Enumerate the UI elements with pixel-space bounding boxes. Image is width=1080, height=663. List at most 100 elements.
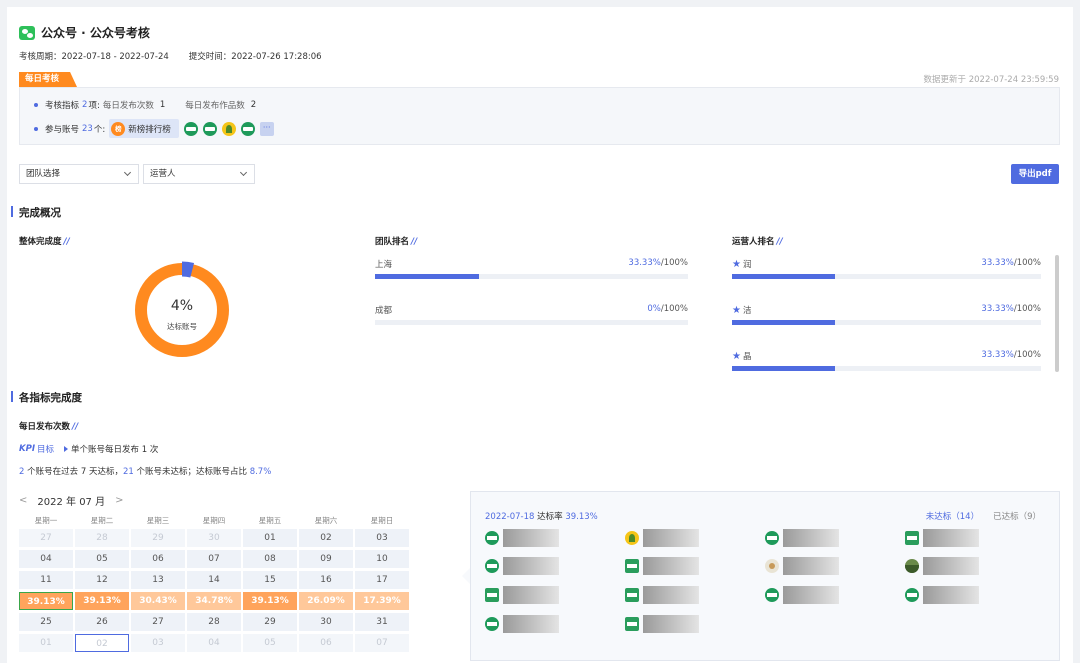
calendar-day[interactable]: 01 bbox=[19, 634, 73, 652]
calendar-day[interactable]: 08 bbox=[243, 550, 297, 568]
account-item[interactable] bbox=[905, 557, 979, 575]
calendar-day[interactable]: 28 bbox=[75, 529, 129, 547]
calendar-day[interactable]: 29 bbox=[243, 613, 297, 631]
chevron-down-icon bbox=[239, 168, 248, 177]
featured-account-chip[interactable]: 榜 新榜排行榜 bbox=[109, 119, 179, 138]
chevron-down-icon bbox=[123, 168, 132, 177]
account-item[interactable] bbox=[765, 557, 839, 575]
calendar-day-rate[interactable]: 26.09% bbox=[299, 592, 353, 610]
account-avatar-icon[interactable] bbox=[202, 121, 217, 136]
calendar-day[interactable]: 11 bbox=[19, 571, 73, 589]
more-accounts-button[interactable]: ··· bbox=[259, 121, 274, 136]
operator-rank-value: 33.33%/100% bbox=[732, 258, 1041, 268]
calendar-day[interactable]: 29 bbox=[131, 529, 185, 547]
operator-rank-pct: 33.33% bbox=[981, 350, 1014, 360]
account-item[interactable] bbox=[765, 586, 839, 604]
team-rank-total: /100% bbox=[660, 258, 688, 268]
calendar-day[interactable]: 16 bbox=[299, 571, 353, 589]
overall-title-text: 整体完成度 bbox=[19, 237, 62, 247]
operator-rank-value: 33.33%/100% bbox=[732, 304, 1041, 314]
calendar-day[interactable]: 09 bbox=[299, 550, 353, 568]
blurred-account-name bbox=[783, 557, 839, 575]
account-avatar-icon bbox=[905, 531, 919, 545]
current-month: 2022 年 07 月 bbox=[37, 497, 106, 508]
bullet-icon bbox=[34, 103, 38, 107]
calendar-day[interactable]: 12 bbox=[75, 571, 129, 589]
account-avatar-icon[interactable] bbox=[221, 121, 236, 136]
account-item[interactable] bbox=[485, 557, 559, 575]
account-avatar-icon[interactable] bbox=[183, 121, 198, 136]
summary-text: 个账号未达标；达标账号占比 bbox=[133, 467, 250, 477]
calendar-day[interactable]: 30 bbox=[187, 529, 241, 547]
page: 公众号 · 公众号考核 考核周期：2022-07-18 - 2022-07-24… bbox=[7, 7, 1073, 663]
blurred-account-name bbox=[923, 529, 979, 547]
overall-label: 达标账号 bbox=[167, 322, 197, 331]
calendar-day-rate[interactable]: 17.39% bbox=[355, 592, 409, 610]
calendar-day[interactable]: 10 bbox=[355, 550, 409, 568]
account-item[interactable] bbox=[485, 586, 559, 604]
account-item[interactable] bbox=[625, 529, 699, 547]
calendar-day-rate[interactable]: 39.13% bbox=[19, 592, 73, 610]
calendar-day[interactable]: 28 bbox=[187, 613, 241, 631]
calendar-day[interactable]: 02 bbox=[75, 634, 129, 652]
account-item[interactable] bbox=[485, 529, 559, 547]
calendar-day-rate[interactable]: 34.78% bbox=[187, 592, 241, 610]
calendar-day[interactable]: 07 bbox=[187, 550, 241, 568]
account-avatar-icon bbox=[625, 531, 639, 545]
account-avatar-icon bbox=[485, 531, 499, 545]
indicators-suffix: 项: bbox=[88, 101, 100, 111]
calendar-day[interactable]: 05 bbox=[243, 634, 297, 652]
calendar-day[interactable]: 05 bbox=[75, 550, 129, 568]
operator-select[interactable]: 运营人 bbox=[143, 164, 255, 184]
kpi-tag: KPI bbox=[19, 444, 35, 454]
prev-month-button[interactable]: < bbox=[19, 495, 27, 506]
calendar-day[interactable]: 06 bbox=[299, 634, 353, 652]
calendar-day[interactable]: 27 bbox=[131, 613, 185, 631]
met-ratio: 8.7% bbox=[249, 467, 272, 477]
account-item[interactable] bbox=[765, 529, 839, 547]
calendar-day-rate[interactable]: 39.13% bbox=[75, 592, 129, 610]
calendar-day[interactable]: 04 bbox=[19, 550, 73, 568]
calendar-day[interactable]: 13 bbox=[131, 571, 185, 589]
export-pdf-button[interactable]: 导出pdf bbox=[1011, 164, 1059, 184]
calendar-day[interactable]: 14 bbox=[187, 571, 241, 589]
account-item[interactable] bbox=[905, 529, 979, 547]
account-item[interactable] bbox=[625, 615, 699, 633]
tab-unmet[interactable]: 未达标（14） bbox=[926, 510, 979, 522]
bullet-icon bbox=[34, 126, 38, 131]
calendar-day[interactable]: 01 bbox=[243, 529, 297, 547]
next-month-button[interactable]: > bbox=[115, 495, 123, 506]
account-item[interactable] bbox=[625, 557, 699, 575]
account-item[interactable] bbox=[625, 586, 699, 604]
calendar-day[interactable]: 03 bbox=[131, 634, 185, 652]
account-avatar-icon[interactable] bbox=[240, 121, 255, 136]
account-item[interactable] bbox=[485, 615, 559, 633]
calendar-day[interactable]: 17 bbox=[355, 571, 409, 589]
tab-met[interactable]: 已达标（9） bbox=[993, 510, 1041, 522]
operator-list-scrollbar[interactable] bbox=[1055, 255, 1059, 372]
operator-title-text: 运营人排名 bbox=[732, 237, 775, 247]
account-avatar-icon bbox=[485, 588, 499, 602]
account-item[interactable] bbox=[905, 586, 979, 604]
calendar-day[interactable]: 26 bbox=[75, 613, 129, 631]
calendar-day[interactable]: 27 bbox=[19, 529, 73, 547]
team-select[interactable]: 团队选择 bbox=[19, 164, 139, 184]
calendar-day-rate[interactable]: 30.43% bbox=[131, 592, 185, 610]
calendar-day[interactable]: 02 bbox=[299, 529, 353, 547]
calendar-day[interactable]: 25 bbox=[19, 613, 73, 631]
calendar-day[interactable]: 07 bbox=[355, 634, 409, 652]
calendar-day[interactable]: 31 bbox=[355, 613, 409, 631]
calendar-day[interactable]: 15 bbox=[243, 571, 297, 589]
kpi-target: KPI 目标 单个账号每日发布 1 次 bbox=[19, 443, 158, 455]
calendar-day[interactable]: 03 bbox=[355, 529, 409, 547]
overview-heading-text: 完成概况 bbox=[19, 207, 61, 219]
indicator-1-value: 1 bbox=[159, 100, 166, 110]
calendar-day[interactable]: 04 bbox=[187, 634, 241, 652]
calendar-day-rate[interactable]: 39.13% bbox=[243, 592, 297, 610]
calendar-day[interactable]: 30 bbox=[299, 613, 353, 631]
indicator-1-label: 每日发布次数 bbox=[102, 101, 154, 111]
blurred-account-name bbox=[643, 529, 699, 547]
submit-time: 提交时间：2022-07-26 17:28:06 bbox=[188, 52, 322, 62]
calendar-day[interactable]: 06 bbox=[131, 550, 185, 568]
indicators-heading-text: 各指标完成度 bbox=[19, 392, 82, 404]
